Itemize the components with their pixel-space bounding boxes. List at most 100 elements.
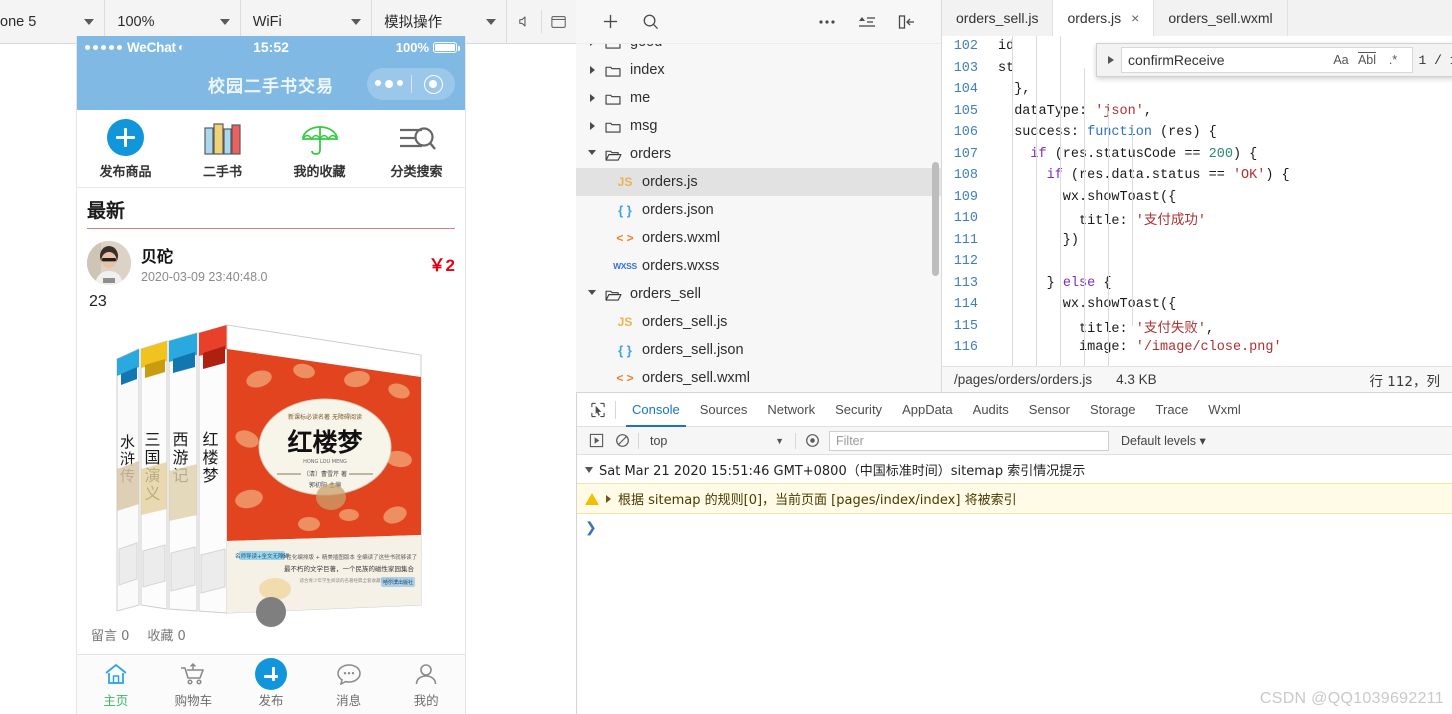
window-icon[interactable] [542,0,576,43]
search-icon[interactable] [630,8,670,36]
tab-sources[interactable]: Sources [690,393,758,427]
post-price: ￥2 [428,255,455,275]
line-number: 107 [953,146,978,162]
regex-icon[interactable]: .* [1380,53,1406,67]
file-tree-scrollbar[interactable] [932,162,939,276]
wxml-file-icon: < > [616,371,634,385]
code-line: 104 }, [942,79,1452,101]
code-line: 107 if (res.statusCode == 200) { [942,144,1452,166]
file-tree-row-orders-js[interactable]: JS orders.js [576,168,941,196]
more-icon[interactable] [807,8,847,36]
tabbar-label: 购物车 [174,692,213,708]
mute-icon[interactable] [507,0,541,43]
editor-status-bar: /pages/orders/orders.js 4.3 KB 行 112，列 [942,366,1452,392]
line-number: 110 [953,211,978,227]
file-tree-row-orders-wxss[interactable]: WXSS orders.wxss [576,252,941,280]
quick-action-category-search[interactable]: 分类搜索 [368,118,465,180]
tabbar-item-home[interactable]: 主页 [77,661,155,709]
file-tree-row-orders-sell-wxml[interactable]: < > orders_sell.wxml [576,364,941,392]
line-number: 108 [953,168,978,184]
chevron-right-icon[interactable] [584,94,600,102]
whole-word-icon[interactable]: Abl [1354,53,1380,67]
tab-sensor[interactable]: Sensor [1019,393,1080,427]
tab-wxml[interactable]: Wxml [1198,393,1251,427]
tab-console[interactable]: Console [622,393,690,427]
tab-audits[interactable]: Audits [963,393,1019,427]
code-line: 105 dataType: 'json', [942,101,1452,123]
tab-label: Network [767,402,816,417]
file-tree-row-orders-sell-js[interactable]: JS orders_sell.js [576,308,941,336]
chevron-down-icon[interactable] [585,466,593,473]
quick-action-publish[interactable]: 发布商品 [77,118,174,180]
plus-icon[interactable] [590,8,630,36]
chevron-right-icon[interactable] [606,494,611,503]
chevron-right-icon[interactable] [584,44,600,46]
tab-storage[interactable]: Storage [1080,393,1146,427]
tab-appdata[interactable]: AppData [892,393,963,427]
line-number: 102 [953,39,978,55]
target-circle-icon[interactable] [411,74,455,94]
code-text: title: '支付成功' [998,214,1206,230]
file-tree-row-me[interactable]: me [576,84,941,112]
zoom-select-value: 100% [117,13,155,30]
tabbar-item-message[interactable]: 消息 [310,661,388,709]
tab-trace[interactable]: Trace [1146,393,1199,427]
file-tree-row-good[interactable]: good [576,44,941,56]
quick-action-books[interactable]: 二手书 [174,118,271,180]
context-select[interactable]: top ▼ [642,434,792,448]
file-tree-row-index[interactable]: index [576,56,941,84]
tab-label: Storage [1090,402,1136,417]
editor-tab-orders-sell-wxml[interactable]: orders_sell.wxml [1154,0,1288,36]
file-tree-row-orders-json[interactable]: { } orders.json [576,196,941,224]
close-icon[interactable]: × [1131,11,1139,25]
post-image[interactable]: 水浒传 三国演义 西游记 [98,319,444,627]
post-date: 2020-03-09 23:40:48.0 [141,269,268,284]
match-case-icon[interactable]: Aa [1328,53,1354,67]
post-card[interactable]: 贝砣 2020-03-09 23:40:48.0 ￥2 23 水浒传 西游记 红… [77,233,465,655]
chevron-down-icon[interactable] [584,149,600,159]
console-group-header[interactable]: Sat Mar 21 2020 15:51:46 GMT+0800（中国标准时间… [577,455,1452,483]
code-text: }, [998,82,1031,98]
editor-tab-orders-sell-js[interactable]: orders_sell.js [942,0,1054,36]
quick-action-favorites[interactable]: 我的收藏 [271,118,368,180]
console-warning-row[interactable]: 根据 sitemap 的规则[0]，当前页面 [pages/index/inde… [577,483,1452,514]
file-tree-row-orders-wxml[interactable]: < > orders.wxml [576,224,941,252]
chevron-right-icon[interactable] [584,122,600,130]
tabbar-item-profile[interactable]: 我的 [387,661,465,709]
wechat-capsule[interactable] [367,68,455,100]
find-input-box[interactable]: confirmReceive Aa Abl .* [1121,47,1413,73]
code-text: }) [998,232,1080,248]
chevron-down-icon[interactable] [584,289,600,299]
find-input[interactable]: confirmReceive [1128,52,1328,68]
collapse-panel-icon[interactable] [887,8,927,36]
more-dots-icon[interactable] [367,80,411,88]
avatar[interactable] [87,241,131,285]
battery-indicator: 100% [396,40,460,55]
tabbar-item-cart[interactable]: 购物车 [155,661,233,709]
file-tree-row-msg[interactable]: msg [576,112,941,140]
clear-console-icon[interactable] [609,433,635,448]
file-tree-row-orders-sell-json[interactable]: { } orders_sell.json [576,336,941,364]
find-widget[interactable]: confirmReceive Aa Abl .* 1 / 1 [1096,43,1452,77]
execute-icon[interactable] [583,433,609,448]
tab-network[interactable]: Network [757,393,825,427]
file-tree-list[interactable]: good index me msg [576,44,941,392]
console-prompt[interactable]: ❯ [577,514,1452,543]
eye-icon[interactable] [799,433,825,448]
tabbar-item-publish[interactable]: 发布 [232,657,310,709]
post-comments-count[interactable]: 留言 0 [91,625,129,644]
plus-circle-icon [107,118,144,156]
sort-icon[interactable] [847,8,887,36]
console-output[interactable]: Sat Mar 21 2020 15:51:46 GMT+0800（中国标准时间… [577,455,1452,714]
log-levels-select[interactable]: Default levels ▾ [1121,433,1206,448]
editor-tab-orders-js[interactable]: orders.js × [1053,0,1155,36]
expand-arrow-icon[interactable] [1101,55,1121,65]
filter-input[interactable]: Filter [829,430,1109,451]
file-tree-row-orders[interactable]: orders [576,140,941,168]
inspect-cursor-icon[interactable] [583,402,613,418]
code-editor[interactable]: 102 id 103st 104 }, 105 dataType: 'json', 106… [942,36,1452,366]
tab-security[interactable]: Security [825,393,892,427]
post-favorites-count[interactable]: 收藏 0 [147,625,185,644]
chevron-right-icon[interactable] [584,66,600,74]
file-tree-row-orders-sell[interactable]: orders_sell [576,280,941,308]
